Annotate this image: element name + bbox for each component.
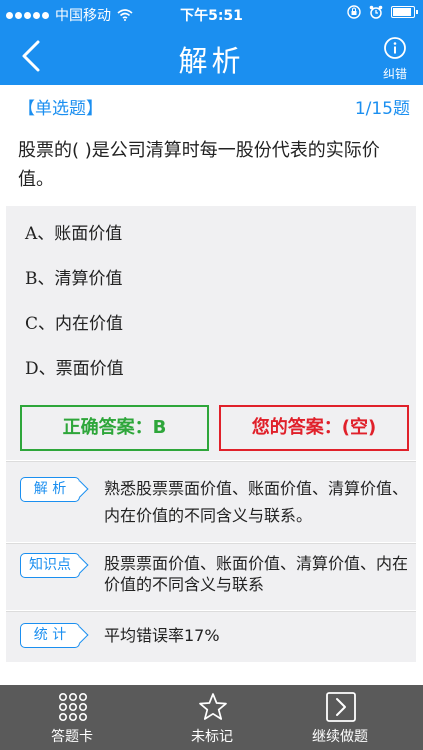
question-text: 股票的( )是公司清算时每一股份代表的实际价值。 bbox=[18, 140, 380, 190]
correct-answer-box: 正确答案：B bbox=[20, 405, 209, 451]
answer-card-button[interactable]: 答题卡 bbox=[22, 685, 122, 750]
option-letter: D bbox=[25, 359, 39, 379]
option-b: B、清算价值 bbox=[25, 264, 123, 289]
page-title: 解析 bbox=[178, 44, 245, 78]
analysis-text: 熟悉股票票面价值、账面价值、清算价值、内在价值的不同含义与联系。 bbox=[104, 479, 409, 525]
stats-tag: 统 计 bbox=[20, 623, 80, 648]
option-a: A、账面价值 bbox=[25, 219, 122, 244]
answer-card-label: 答题卡 bbox=[51, 729, 93, 745]
option-letter: B bbox=[25, 269, 38, 289]
report-error-button[interactable]: 纠错 bbox=[375, 36, 415, 81]
analysis-section: 解 析 熟悉股票票面价值、账面价值、清算价值、内在价值的不同含义与联系。 bbox=[6, 462, 416, 542]
knowledge-text: 股票票面价值、账面价值、清算价值、内在价值的不同含义与联系 bbox=[104, 554, 409, 594]
status-right bbox=[347, 5, 418, 19]
star-icon bbox=[199, 693, 227, 720]
option-text: 票面价值 bbox=[55, 359, 124, 379]
option-d: D、票面价值 bbox=[25, 354, 124, 379]
option-separator: 、 bbox=[37, 269, 55, 289]
status-bar: 中国移动 下午5:51 bbox=[0, 0, 423, 28]
knowledge-section: 知识点 股票票面价值、账面价值、清算价值、内在价值的不同含义与联系 bbox=[6, 544, 416, 610]
unmarked-button[interactable]: 未标记 bbox=[162, 685, 262, 750]
top-bar: 中国移动 下午5:51 解析 纠错 bbox=[0, 0, 423, 85]
analysis-tag: 解 析 bbox=[20, 477, 80, 502]
option-text: 账面价值 bbox=[54, 224, 123, 244]
stats-section: 统 计 平均错误率17% bbox=[6, 612, 416, 662]
alarm-icon bbox=[369, 5, 383, 19]
option-letter: A bbox=[25, 224, 38, 244]
report-error-label: 纠错 bbox=[382, 67, 407, 81]
continue-button[interactable]: 继续做题 bbox=[290, 685, 390, 750]
question-type: 【单选题】 bbox=[18, 99, 103, 119]
options-list: A、账面价值 B、清算价值 C、内在价值 D、票面价值 bbox=[6, 206, 416, 392]
info-icon bbox=[384, 37, 406, 59]
your-answer-box: 您的答案：(空) bbox=[219, 405, 409, 451]
knowledge-tag: 知识点 bbox=[20, 553, 80, 578]
option-c: C、内在价值 bbox=[25, 309, 123, 334]
rotation-lock-icon bbox=[347, 5, 361, 19]
option-text: 清算价值 bbox=[54, 269, 123, 289]
battery-icon bbox=[391, 6, 418, 18]
bottom-toolbar: 答题卡 未标记 继续做题 bbox=[0, 685, 423, 750]
nav-bar: 解析 纠错 bbox=[0, 28, 423, 85]
question-header: 【单选题】 1/15题 bbox=[18, 94, 410, 119]
grid-icon bbox=[58, 692, 87, 721]
next-arrow-icon bbox=[326, 692, 356, 722]
question-progress: 1/15题 bbox=[354, 99, 410, 119]
unmarked-label: 未标记 bbox=[191, 729, 233, 745]
option-separator: 、 bbox=[38, 314, 56, 334]
option-letter: C bbox=[25, 314, 39, 334]
option-separator: 、 bbox=[37, 224, 55, 244]
answers-panel: 正确答案：B 您的答案：(空) bbox=[6, 392, 416, 460]
continue-label: 继续做题 bbox=[312, 729, 368, 745]
stats-text: 平均错误率17% bbox=[104, 626, 220, 645]
option-text: 内在价值 bbox=[55, 314, 124, 334]
option-separator: 、 bbox=[38, 359, 56, 379]
